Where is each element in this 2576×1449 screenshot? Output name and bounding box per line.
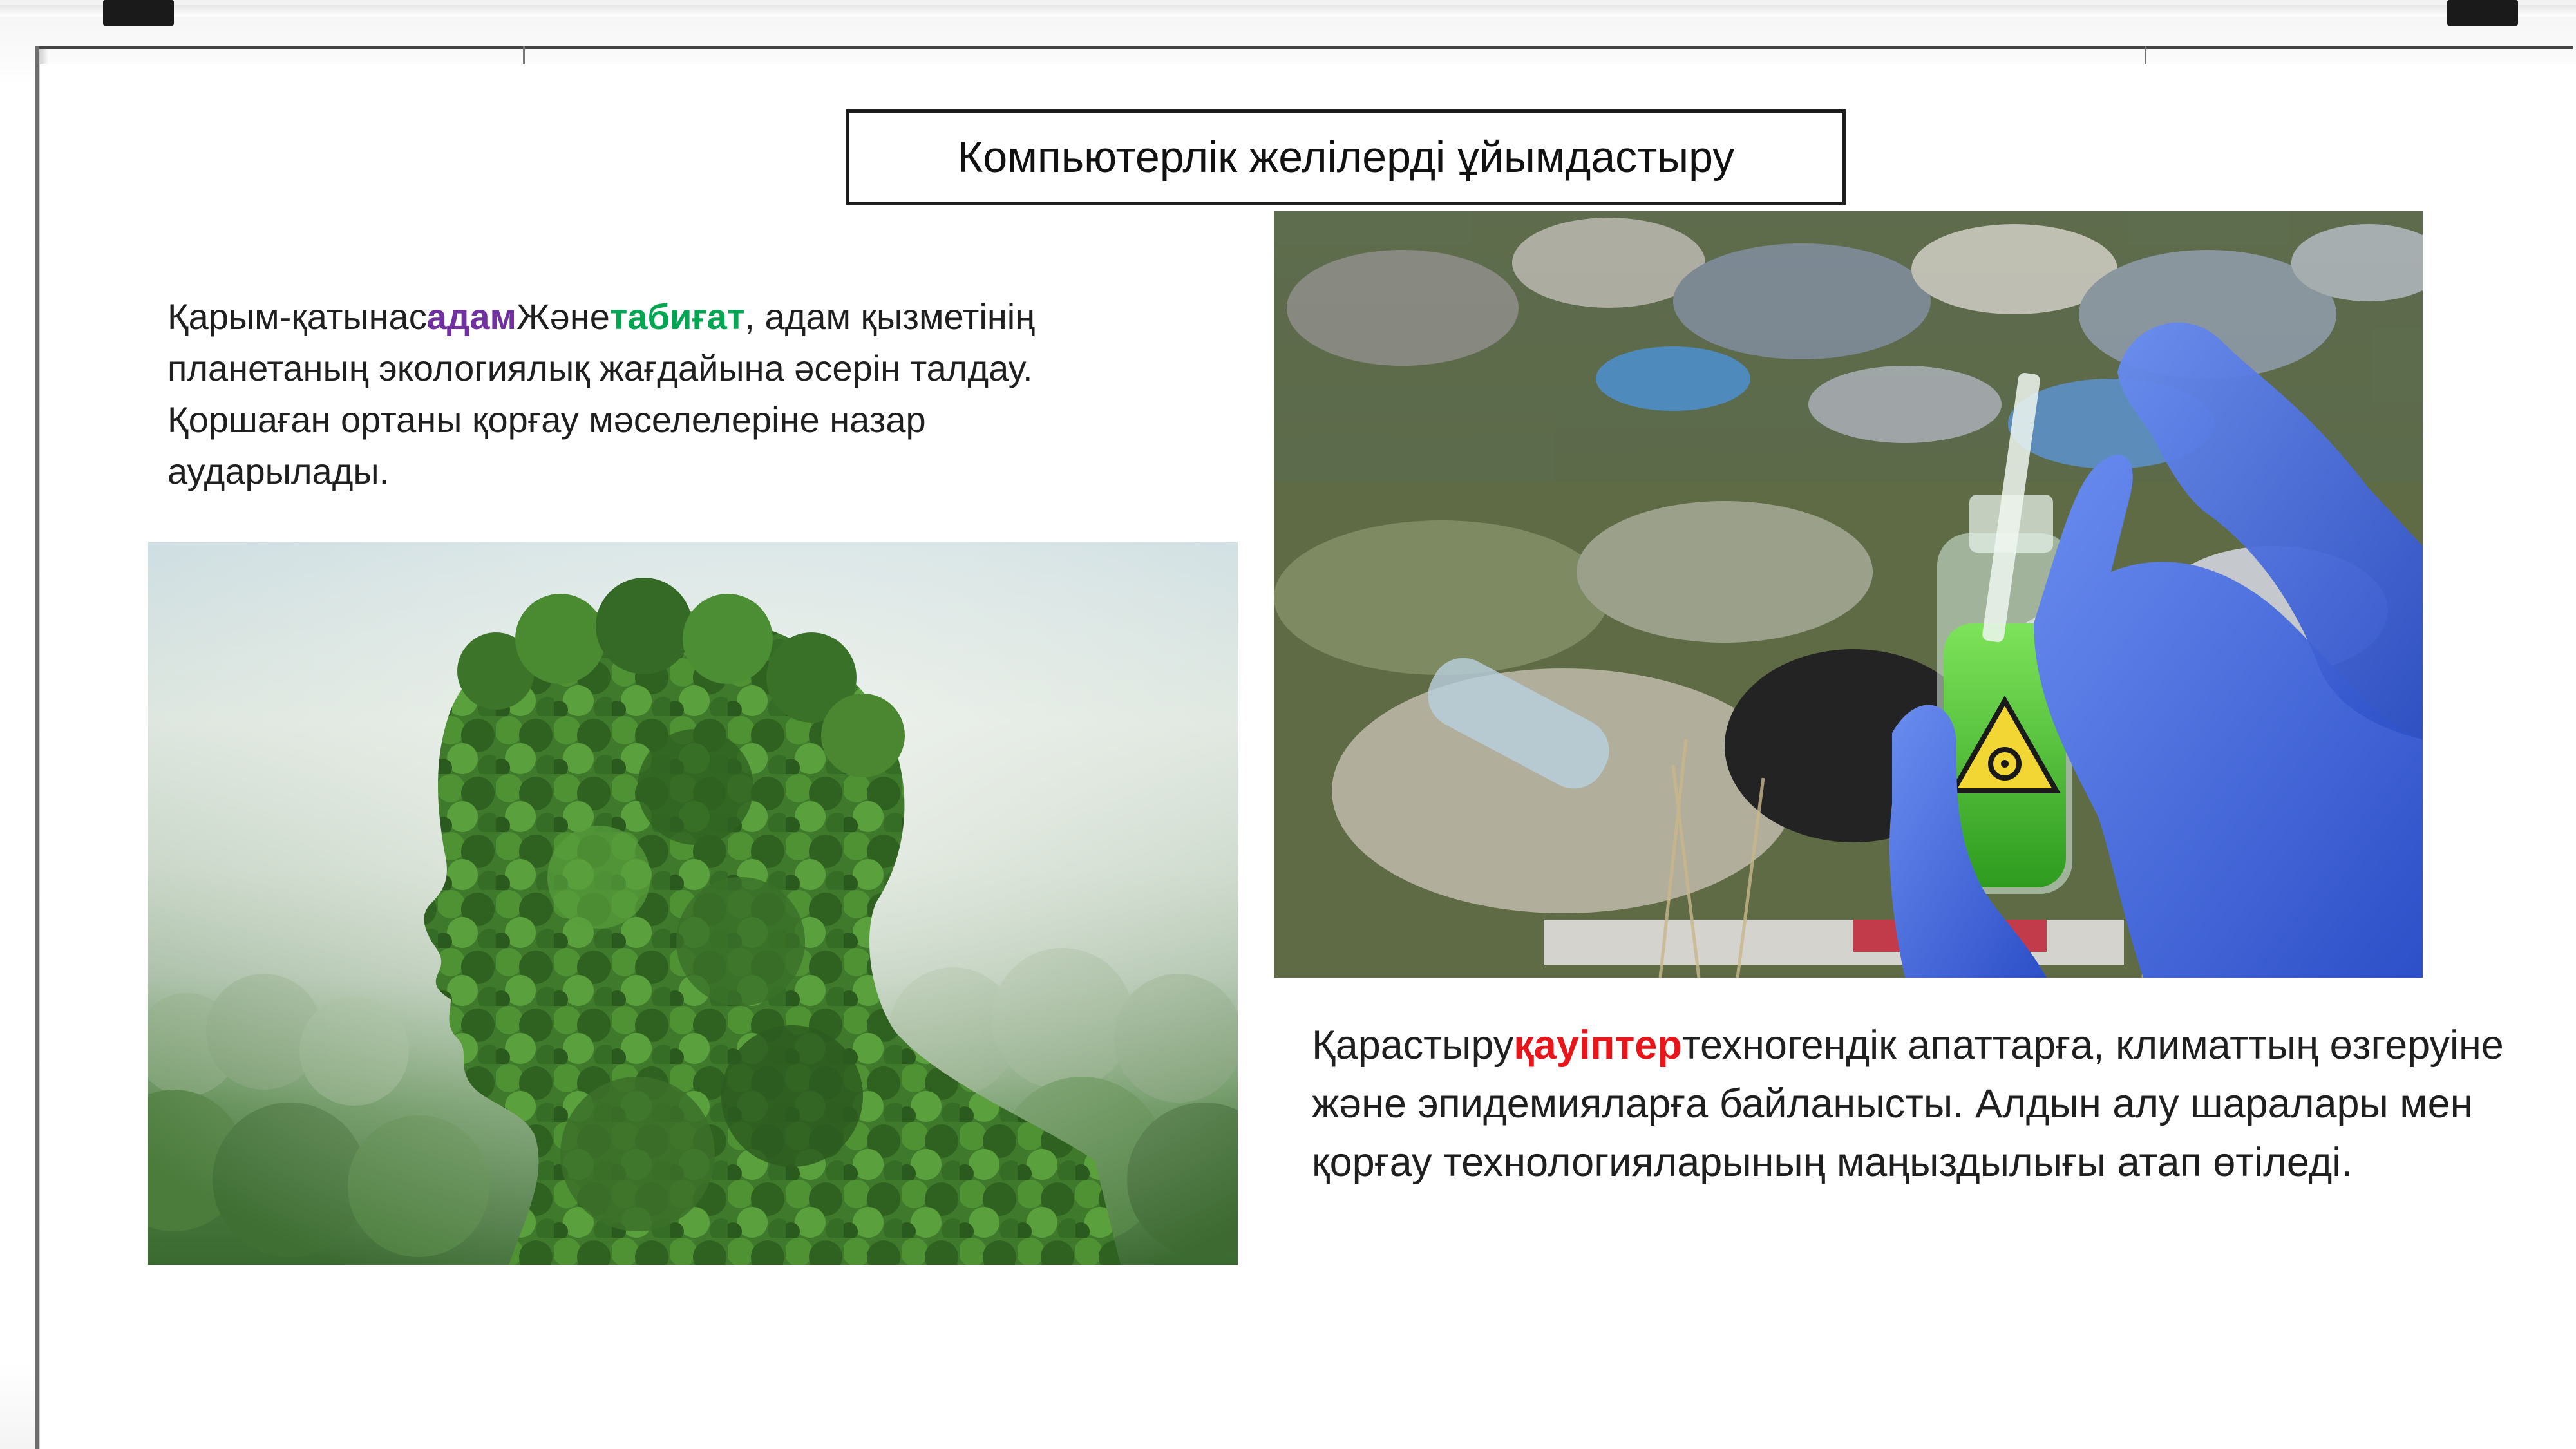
frame-divider-left: [523, 46, 525, 66]
head-forest-image: [148, 542, 1238, 1265]
biohazard-waste-image: [1274, 211, 2423, 978]
right-paragraph-prefix: Қарастыру: [1312, 1023, 1514, 1068]
frame-top-edge: [35, 46, 2573, 49]
board-clip-left: [103, 0, 174, 26]
biohazard-waste-illustration: [1274, 211, 2423, 978]
slide-title: Компьютерлік желілерді ұйымдастыру: [846, 109, 1846, 205]
right-paragraph: Қарастыруқауіптертехногендік апаттарға, …: [1312, 1016, 2523, 1192]
board-clip-right: [2447, 0, 2518, 26]
highlight-nature: табиғат: [609, 296, 745, 337]
left-paragraph: Қарым-қатынасадамЖәнетабиғат, адам қызме…: [167, 291, 1069, 497]
highlight-human: адам: [426, 296, 516, 337]
slide: Компьютерлік желілерді ұйымдастыру Қарым…: [40, 64, 2576, 1449]
highlight-threats: қауіптер: [1513, 1023, 1682, 1068]
head-forest-illustration: [148, 542, 1238, 1265]
left-paragraph-middle: Және: [516, 296, 610, 337]
left-paragraph-prefix: Қарым-қатынас: [167, 296, 427, 337]
board-rail: [0, 5, 2576, 17]
frame-divider-right: [2145, 46, 2146, 66]
slide-title-text: Компьютерлік желілерді ұйымдастыру: [957, 133, 1735, 182]
